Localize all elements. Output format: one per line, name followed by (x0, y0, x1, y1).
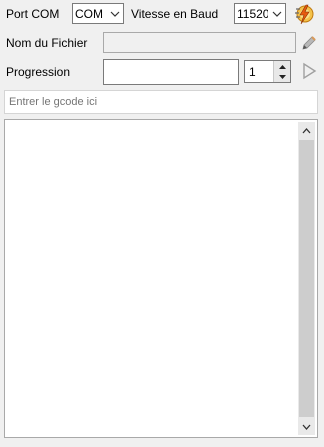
file-name-field[interactable] (103, 32, 296, 53)
vertical-scrollbar[interactable] (298, 122, 315, 435)
scrollbar-thumb[interactable] (299, 140, 314, 417)
connect-lightning-icon[interactable] (293, 3, 315, 25)
step-value: 1 (249, 65, 256, 79)
scroll-down-icon[interactable] (298, 418, 315, 435)
stepper-down-button[interactable] (273, 71, 290, 82)
play-icon[interactable] (300, 62, 318, 80)
pencil-icon[interactable] (300, 34, 318, 52)
gcode-input[interactable] (4, 90, 318, 114)
progress-label: Progression (6, 65, 71, 79)
file-name-label: Nom du Fichier (6, 36, 88, 50)
port-com-value: COM (75, 7, 103, 21)
port-com-select[interactable]: COM (72, 3, 124, 24)
step-stepper[interactable]: 1 (244, 60, 291, 83)
log-textarea[interactable] (4, 119, 318, 438)
chevron-down-icon (107, 4, 123, 23)
baud-rate-select[interactable]: 115200 (234, 3, 286, 24)
scroll-up-icon[interactable] (298, 122, 315, 139)
progress-field[interactable] (103, 59, 239, 85)
port-com-label: Port COM (6, 7, 60, 21)
baud-rate-label: Vitesse en Baud (131, 7, 219, 21)
baud-rate-value: 115200 (237, 7, 268, 21)
chevron-down-icon (269, 4, 285, 23)
